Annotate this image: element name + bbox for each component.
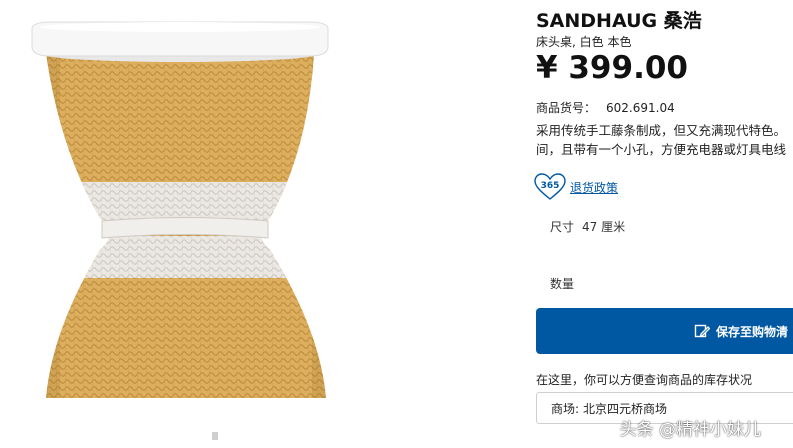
- store-label: 商场:: [551, 401, 580, 416]
- size-label: 尺寸: [550, 220, 575, 234]
- description-line: 采用传统手工藤条制成，但又充满现代特色。: [536, 123, 787, 138]
- article-label: 商品货号：: [536, 101, 597, 115]
- stock-hint: 在这里，你可以方便查询商品的库存状况: [536, 373, 753, 387]
- return-policy[interactable]: 365 退货政策: [534, 173, 618, 201]
- quantity-label: 数量: [550, 277, 575, 291]
- save-button-label: 保存至购物清: [716, 324, 789, 339]
- size-info: 尺寸 47 厘米: [550, 218, 625, 235]
- product-subtitle: 床头桌, 白色 本色: [536, 35, 632, 49]
- product-image: [20, 0, 350, 448]
- article-number: 商品货号： 602.691.04: [536, 99, 675, 116]
- return-policy-link[interactable]: 退货政策: [570, 179, 618, 196]
- product-price: ¥ 399.00: [536, 50, 688, 86]
- return-badge-text: 365: [541, 181, 560, 191]
- product-title: SANDHAUG 桑浩: [536, 10, 702, 32]
- article-value: 602.691.04: [606, 101, 675, 115]
- size-value: 47 厘米: [582, 220, 626, 234]
- description-line: 间，且带有一个小孔，方便充电器或灯具电线: [536, 142, 787, 157]
- return-365-icon: 365: [534, 173, 566, 201]
- watermark: 头条 @精神小妹儿: [619, 420, 761, 440]
- product-description: 采用传统手工藤条制成，但又充满现代特色。 间，且带有一个小孔，方便充电器或灯具电…: [536, 121, 786, 159]
- edit-list-icon: [694, 323, 710, 339]
- store-value: 北京四元桥商场: [583, 401, 668, 416]
- save-to-list-button[interactable]: 保存至购物清: [536, 308, 793, 354]
